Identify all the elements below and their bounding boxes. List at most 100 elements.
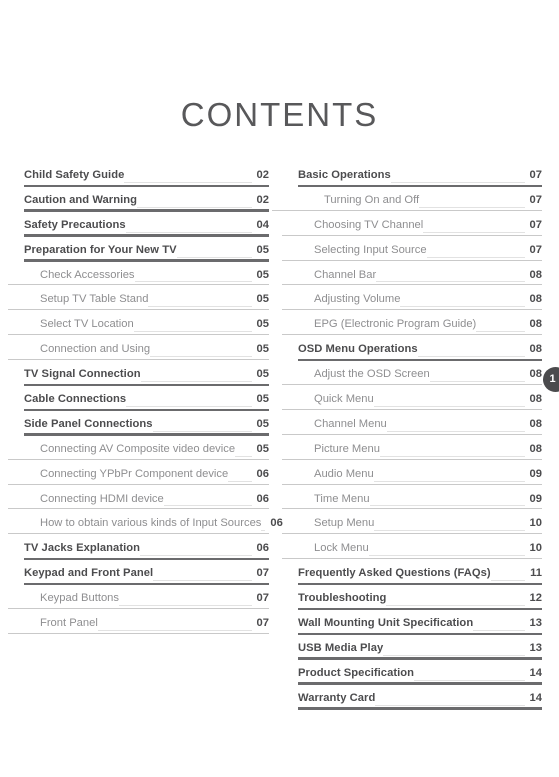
toc-entry-label: Connection and Using xyxy=(40,343,151,356)
toc-column-left: Child Safety Guide 02 Caution and Warning 0… xyxy=(8,166,283,639)
toc-entry[interactable]: USB Media Play 13 xyxy=(298,639,542,664)
toc-entry[interactable]: OSD Menu Operations 08 xyxy=(298,340,542,365)
toc-entry-label: Basic Operations xyxy=(298,169,391,181)
toc-entry-page-number: 05 xyxy=(256,393,269,406)
toc-entry-label: Quick Menu xyxy=(314,393,374,406)
toc-entry[interactable]: Caution and Warning 02 xyxy=(24,191,269,216)
toc-leader-line xyxy=(97,629,252,631)
toc-leader-line xyxy=(134,281,252,283)
toc-entry[interactable]: Selecting Input Source 07 xyxy=(282,241,542,266)
toc-entry-page-number: 14 xyxy=(529,666,542,679)
toc-entry-label: Keypad and Front Panel xyxy=(24,567,154,580)
toc-leader-line xyxy=(124,181,252,183)
toc-entry-page-number: 08 xyxy=(529,343,542,356)
toc-entry[interactable]: Connecting YPbPr Component device 06 xyxy=(8,465,269,490)
toc-leader-line xyxy=(400,306,525,308)
toc-leader-line xyxy=(390,181,525,183)
toc-entry-label: Safety Precautions xyxy=(24,218,126,231)
toc-entry-label: Adjust the OSD Screen xyxy=(314,368,430,381)
toc-entry-label: Lock Menu xyxy=(314,542,369,555)
toc-entry[interactable]: Connecting HDMI device 06 xyxy=(8,490,269,515)
toc-entry-page-number: 07 xyxy=(529,193,542,206)
toc-entry[interactable]: Setup TV Table Stand 05 xyxy=(8,290,269,315)
toc-entry[interactable]: Adjusting Volume 08 xyxy=(282,290,542,315)
toc-leader-line xyxy=(473,629,525,631)
toc-entry[interactable]: Basic Operations 07 xyxy=(298,166,542,191)
toc-entry-label: Front Panel xyxy=(40,617,98,630)
toc-entry-label: USB Media Play xyxy=(298,641,384,654)
toc-entry-page-number: 05 xyxy=(256,343,269,356)
toc-entry-page-number: 06 xyxy=(256,467,269,480)
toc-entry[interactable]: Keypad Buttons 07 xyxy=(8,589,269,614)
toc-entry-page-number: 07 xyxy=(529,218,542,231)
toc-entry[interactable]: Troubleshooting 12 xyxy=(298,589,542,614)
toc-entry-page-number: 08 xyxy=(529,293,542,306)
toc-entry-page-number: 08 xyxy=(529,268,542,281)
toc-entry[interactable]: Product Specification 14 xyxy=(298,664,542,689)
toc-entry-label: Audio Menu xyxy=(314,467,374,480)
toc-entry-page-number: 11 xyxy=(530,567,542,580)
toc-entry[interactable]: TV Jacks Explanation 06 xyxy=(24,539,269,564)
toc-entry-page-number: 10 xyxy=(529,542,542,555)
toc-entry-page-number: 07 xyxy=(529,243,542,256)
toc-entry[interactable]: Connecting AV Composite video device 05 xyxy=(8,440,269,465)
toc-leader-line xyxy=(383,654,525,656)
toc-entry[interactable]: Select TV Location 05 xyxy=(8,315,269,340)
toc-leader-line xyxy=(153,580,252,582)
toc-entry[interactable]: Keypad and Front Panel 07 xyxy=(24,564,269,589)
toc-leader-line xyxy=(150,356,252,358)
toc-leader-line xyxy=(376,281,525,283)
toc-entry[interactable]: Preparation for Your New TV 05 xyxy=(24,241,269,266)
contents-page: CONTENTS Child Safety Guide 02 Caution and… xyxy=(0,0,559,777)
toc-entry-label: Channel Bar xyxy=(314,268,377,281)
toc-leader-line xyxy=(133,331,252,333)
toc-entry-label: Adjusting Volume xyxy=(314,293,401,306)
toc-entry-label: Keypad Buttons xyxy=(40,592,119,605)
toc-entry[interactable]: Quick Menu 08 xyxy=(282,390,542,415)
toc-entry[interactable]: Child Safety Guide 02 xyxy=(24,166,269,191)
toc-leader-line xyxy=(375,704,525,706)
toc-leader-line xyxy=(137,206,252,208)
toc-entry[interactable]: Channel Menu 08 xyxy=(282,415,542,440)
toc-entry[interactable]: Channel Bar 08 xyxy=(282,266,542,291)
toc-leader-line xyxy=(476,331,525,333)
toc-entry-label: Choosing TV Channel xyxy=(314,218,424,231)
toc-entry[interactable]: Cable Connections 05 xyxy=(24,390,269,415)
toc-leader-line xyxy=(490,580,526,582)
toc-entry[interactable]: Turning On and Off 07 xyxy=(272,191,542,216)
page-title: CONTENTS xyxy=(180,96,379,134)
toc-entry-label: TV Jacks Explanation xyxy=(24,542,141,555)
toc-entry[interactable]: How to obtain various kinds of Input Sou… xyxy=(8,514,283,539)
toc-entry[interactable]: Frequently Asked Questions (FAQs) 11 xyxy=(298,564,542,589)
toc-entry-label: OSD Menu Operations xyxy=(298,343,418,356)
toc-entry[interactable]: Choosing TV Channel 07 xyxy=(282,216,542,241)
toc-entry-page-number: 06 xyxy=(256,492,269,505)
toc-entry-page-number: 13 xyxy=(529,641,542,654)
toc-entry-label: Connecting HDMI device xyxy=(40,492,164,505)
toc-entry-label: How to obtain various kinds of Input Sou… xyxy=(40,517,262,530)
toc-entry[interactable]: Front Panel 07 xyxy=(8,614,269,639)
toc-entry[interactable]: Side Panel Connections 05 xyxy=(24,415,269,440)
toc-entry[interactable]: Connection and Using 05 xyxy=(8,340,269,365)
toc-entry-label: Troubleshooting xyxy=(298,592,387,605)
toc-entry-page-number: 09 xyxy=(529,492,542,505)
toc-entry[interactable]: EPG (Electronic Program Guide) 08 xyxy=(282,315,542,340)
toc-entry[interactable]: Lock Menu 10 xyxy=(282,539,542,564)
toc-entry-page-number: 05 xyxy=(256,417,269,430)
toc-entry[interactable]: Picture Menu 08 xyxy=(282,440,542,465)
toc-entry[interactable]: Safety Precautions 04 xyxy=(24,216,269,241)
toc-entry[interactable]: Setup Menu 10 xyxy=(282,514,542,539)
toc-leader-line xyxy=(235,455,252,457)
toc-entry[interactable]: Wall Mounting Unit Specification 13 xyxy=(298,614,542,639)
toc-entry-label: Turning On and Off xyxy=(324,193,420,206)
toc-entry-page-number: 05 xyxy=(256,268,269,281)
toc-entry[interactable]: Adjust the OSD Screen 08 xyxy=(282,365,542,390)
toc-entry[interactable]: Warranty Card 14 xyxy=(298,689,542,714)
toc-entry-label: Setup Menu xyxy=(314,517,375,530)
toc-entry[interactable]: Check Accessories 05 xyxy=(8,266,269,291)
toc-entry-page-number: 07 xyxy=(529,169,542,181)
toc-entry[interactable]: Time Menu 09 xyxy=(282,490,542,515)
toc-entry-page-number: 05 xyxy=(256,368,269,381)
toc-entry[interactable]: Audio Menu 09 xyxy=(282,465,542,490)
toc-entry[interactable]: TV Signal Connection 05 xyxy=(24,365,269,390)
